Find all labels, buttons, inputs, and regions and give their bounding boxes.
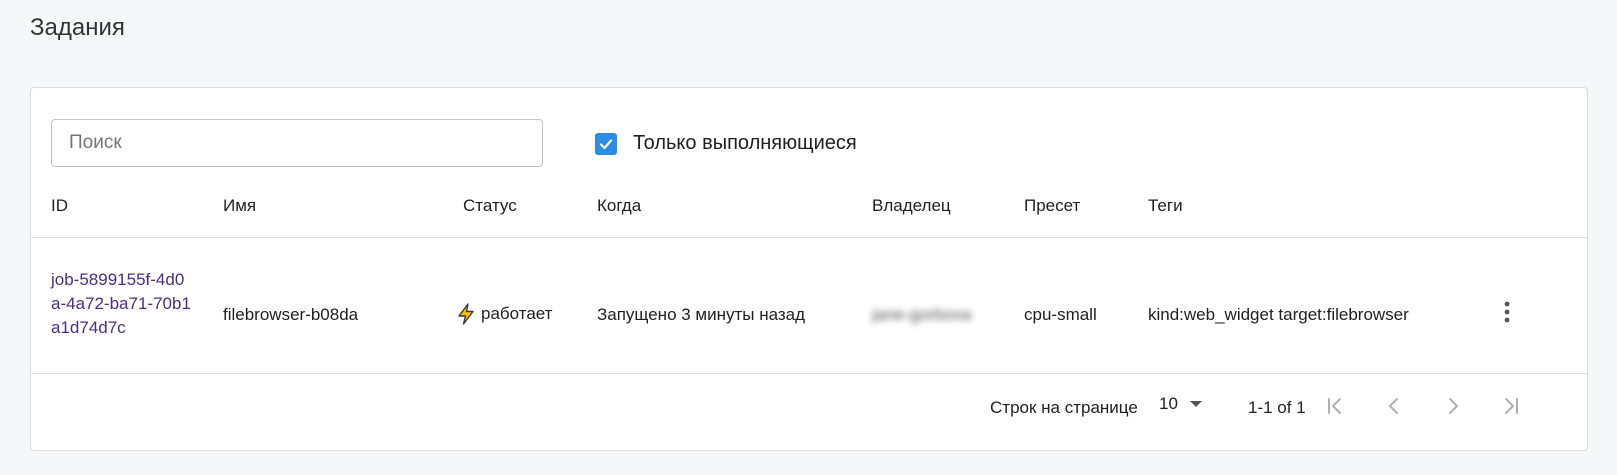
pagination-range: 1-1 of 1	[1248, 398, 1306, 417]
chevron-right-icon	[1449, 398, 1458, 414]
chevron-left-icon	[1389, 398, 1398, 414]
running-only-checkbox[interactable]: Только выполняющиеся	[595, 132, 857, 155]
rows-per-page-label: Строк на странице	[990, 398, 1138, 417]
column-header-preset[interactable]: Пресет	[1024, 196, 1080, 216]
previous-page-button[interactable]	[1380, 392, 1408, 420]
job-when: Запущено 3 минуты назад	[597, 305, 806, 324]
last-page-button[interactable]	[1497, 392, 1525, 420]
column-header-owner[interactable]: Владелец	[872, 196, 951, 216]
column-header-name[interactable]: Имя	[223, 196, 256, 216]
page-title: Задания	[30, 14, 125, 41]
header-divider	[31, 237, 1587, 238]
first-page-button[interactable]	[1321, 392, 1349, 420]
more-vertical-icon	[1504, 301, 1510, 323]
rows-per-page-value: 10	[1159, 394, 1178, 413]
column-header-tags[interactable]: Теги	[1148, 196, 1183, 216]
first-page-icon	[1328, 398, 1341, 414]
next-page-button[interactable]	[1439, 392, 1467, 420]
lightning-icon	[456, 303, 476, 325]
job-id-link[interactable]: job-5899155f-4d0a-4a72-ba71-70b1a1d74d7c	[51, 268, 191, 340]
search-input[interactable]	[51, 119, 543, 167]
checkbox-checked-icon[interactable]	[595, 132, 617, 155]
row-more-button[interactable]	[1496, 298, 1518, 326]
job-name: filebrowser-b08da	[223, 305, 359, 324]
column-header-id[interactable]: ID	[51, 196, 68, 216]
status-text: работает	[481, 304, 553, 323]
job-owner: jane-gorbova	[872, 305, 972, 324]
rows-per-page-select[interactable]: 10	[1159, 394, 1202, 414]
column-header-status[interactable]: Статус	[463, 196, 517, 216]
footer-divider	[31, 373, 1587, 374]
running-only-label: Только выполняющиеся	[633, 132, 857, 154]
status-cell: работает	[456, 303, 552, 325]
job-tags: kind:web_widget target:filebrowser	[1148, 305, 1409, 324]
column-header-when[interactable]: Когда	[597, 196, 641, 216]
jobs-table-card: Только выполняющиеся ID Имя Статус Когда…	[30, 87, 1588, 451]
dropdown-arrow-icon	[1189, 400, 1202, 408]
job-preset: cpu-small	[1024, 305, 1097, 324]
last-page-icon	[1505, 398, 1518, 414]
